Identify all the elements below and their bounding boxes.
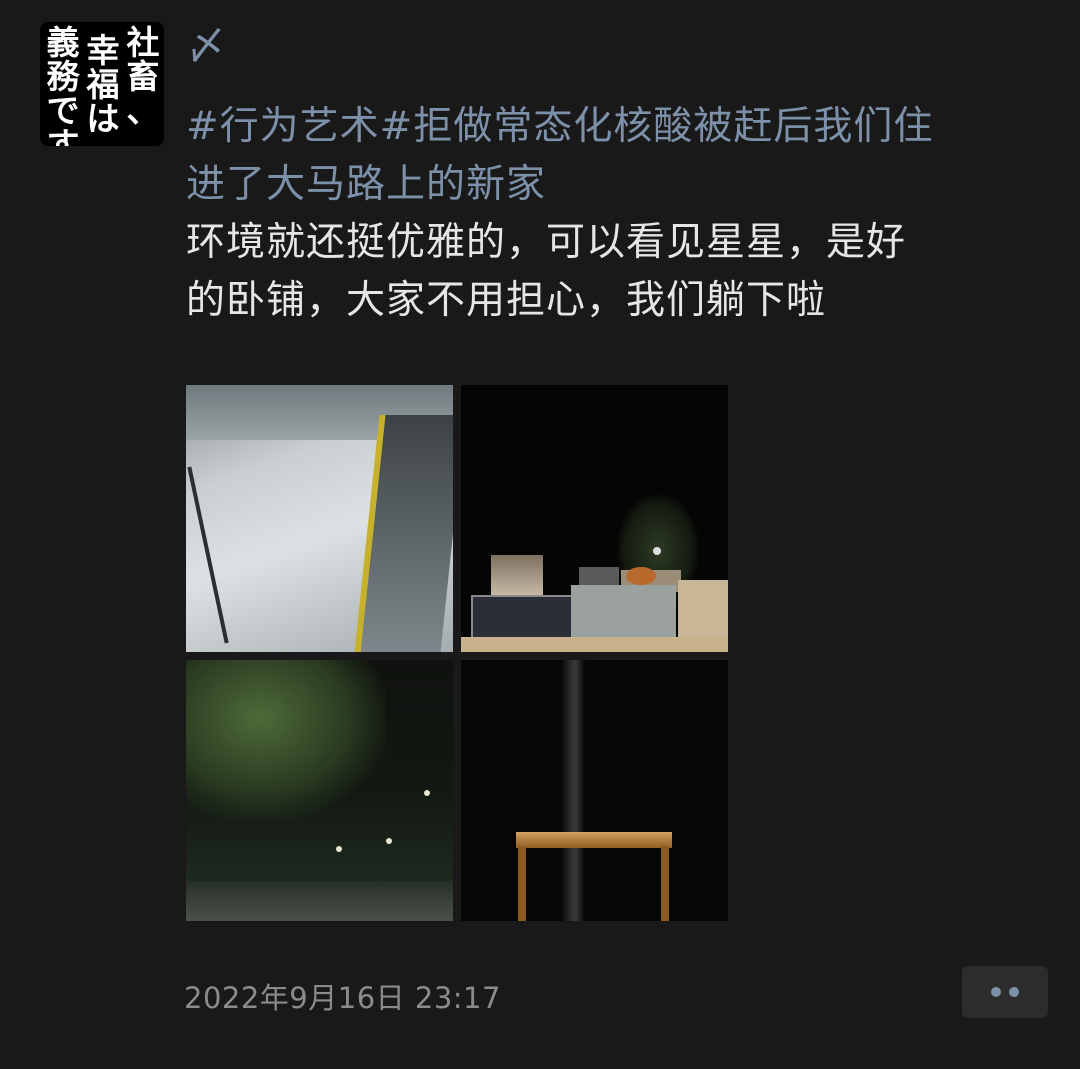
avatar-char: 務 xyxy=(46,57,80,96)
moment-post: 社 畜 、 幸 福 は 義 務 で す 〆 #行为艺术#拒做常态化核酸被赶后我们… xyxy=(0,0,1080,1069)
timestamp: 2022年9月16日 23:17 xyxy=(184,981,501,1015)
hashtag-line[interactable]: #行为艺术#拒做常态化核酸被赶后我们住 xyxy=(186,98,1046,156)
avatar-char: 畜 xyxy=(126,57,160,96)
avatar-char: 福 xyxy=(86,65,120,104)
photo-night-belongings[interactable] xyxy=(461,385,728,652)
photo-tent-interior[interactable] xyxy=(186,385,453,652)
avatar-text-column: 幸 福 は xyxy=(84,34,122,136)
hashtag-line[interactable]: 进了大马路上的新家 xyxy=(186,156,1046,214)
body-line: 环境就还挺优雅的，可以看见星星，是好 xyxy=(186,220,907,265)
avatar-char: 義 xyxy=(46,23,80,62)
body-line: 的卧铺，大家不用担心，我们躺下啦 xyxy=(186,278,827,323)
avatar-char: 幸 xyxy=(86,31,120,70)
avatar-char: は xyxy=(86,99,120,138)
username[interactable]: 〆 xyxy=(186,20,226,72)
avatar-text-column: 義 務 で す xyxy=(44,23,82,147)
more-dots-icon xyxy=(991,987,1001,997)
avatar[interactable]: 社 畜 、 幸 福 は 義 務 で す xyxy=(40,22,164,146)
more-button[interactable] xyxy=(962,966,1048,1018)
avatar-char: す xyxy=(46,125,80,147)
avatar-char: で xyxy=(46,91,80,130)
avatar-char: 社 xyxy=(126,23,160,62)
post-text: #行为艺术#拒做常态化核酸被赶后我们住 进了大马路上的新家 环境就还挺优雅的，可… xyxy=(186,98,1046,330)
photo-grid xyxy=(186,385,728,921)
photo-night-trees[interactable] xyxy=(186,660,453,921)
avatar-char: 、 xyxy=(126,91,160,130)
avatar-text-column: 社 畜 、 xyxy=(124,26,162,128)
more-dots-icon xyxy=(1009,987,1019,997)
photo-night-table[interactable] xyxy=(461,660,728,921)
